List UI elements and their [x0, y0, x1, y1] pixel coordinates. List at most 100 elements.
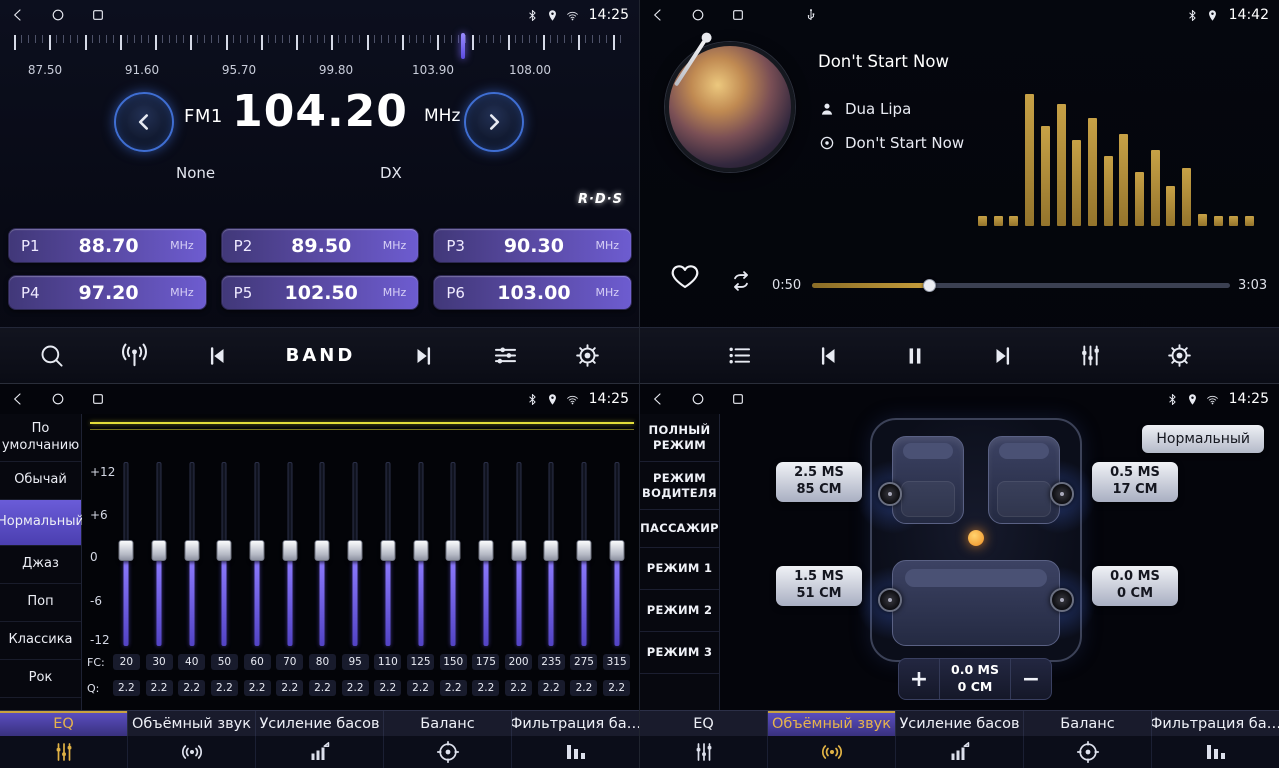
- tab-eq[interactable]: EQ: [0, 711, 128, 736]
- radio-preset-button[interactable]: P6103.00MHz: [433, 275, 632, 310]
- eq-slider-handle[interactable]: [544, 540, 559, 561]
- eq-preset-item[interactable]: Рок: [0, 660, 81, 698]
- back-icon[interactable]: [10, 391, 26, 407]
- decrease-delay-button[interactable]: −: [1011, 659, 1051, 699]
- tab-eq[interactable]: EQ: [640, 711, 768, 736]
- back-icon[interactable]: [10, 7, 26, 23]
- equalizer-tab-icon[interactable]: [0, 736, 128, 768]
- next-track-icon[interactable]: [990, 343, 1016, 369]
- sound-preset-button[interactable]: Нормальный: [1142, 425, 1264, 453]
- broadcast-icon[interactable]: [120, 341, 149, 370]
- eq-band-slider[interactable]: [208, 460, 241, 648]
- eq-slider-handle[interactable]: [511, 540, 526, 561]
- equalizer-tab-icon[interactable]: [640, 736, 768, 768]
- eq-band-slider[interactable]: [143, 460, 176, 648]
- eq-preset-item[interactable]: Джаз: [0, 546, 81, 584]
- eq-slider-handle[interactable]: [413, 540, 428, 561]
- rear-left-delay[interactable]: 1.5 MS 51 CM: [776, 566, 862, 606]
- listening-position-dot[interactable]: [968, 530, 984, 546]
- tab-balance[interactable]: Баланс: [1024, 711, 1152, 736]
- seek-bar[interactable]: [812, 283, 1230, 288]
- band-button[interactable]: BAND: [286, 345, 356, 366]
- playlist-icon[interactable]: [726, 342, 753, 369]
- eq-slider-handle[interactable]: [250, 540, 265, 561]
- eq-preset-item[interactable]: По умолчанию: [0, 414, 81, 462]
- repeat-icon[interactable]: [728, 268, 754, 294]
- radio-preset-button[interactable]: P188.70MHz: [8, 228, 207, 263]
- eq-slider-handle[interactable]: [119, 540, 134, 561]
- eq-band-slider[interactable]: [502, 460, 535, 648]
- surround-sound-tab-icon[interactable]: [768, 736, 896, 768]
- eq-band-slider[interactable]: [273, 460, 306, 648]
- eq-preset-item[interactable]: Обычай: [0, 462, 81, 500]
- eq-slider-handle[interactable]: [348, 540, 363, 561]
- seek-bar-knob[interactable]: [923, 279, 936, 292]
- radio-preset-button[interactable]: P289.50MHz: [221, 228, 420, 263]
- home-icon[interactable]: [50, 391, 66, 407]
- eq-slider-handle[interactable]: [380, 540, 395, 561]
- bass-boost-tab-icon[interactable]: [256, 736, 384, 768]
- eq-band-slider[interactable]: [404, 460, 437, 648]
- eq-band-slider[interactable]: [372, 460, 405, 648]
- eq-slider-handle[interactable]: [576, 540, 591, 561]
- eq-band-slider[interactable]: [175, 460, 208, 648]
- home-icon[interactable]: [690, 7, 706, 23]
- surround-mode-item[interactable]: РЕЖИМ 3: [640, 632, 719, 674]
- surround-mode-item[interactable]: РЕЖИМ 2: [640, 590, 719, 632]
- home-icon[interactable]: [50, 7, 66, 23]
- eq-band-slider[interactable]: [110, 460, 143, 648]
- next-station-icon[interactable]: [411, 343, 437, 369]
- filter-tab-icon[interactable]: [1152, 736, 1279, 768]
- tab-surround-sound[interactable]: Объёмный звук: [128, 711, 256, 736]
- filter-tab-icon[interactable]: [512, 736, 639, 768]
- back-icon[interactable]: [650, 7, 666, 23]
- eq-band-slider[interactable]: [535, 460, 568, 648]
- settings-gear-icon[interactable]: [574, 342, 601, 369]
- eq-slider-handle[interactable]: [184, 540, 199, 561]
- eq-slider-handle[interactable]: [315, 540, 330, 561]
- recents-icon[interactable]: [730, 7, 746, 23]
- recents-icon[interactable]: [730, 391, 746, 407]
- increase-delay-button[interactable]: +: [899, 659, 939, 699]
- rear-right-delay[interactable]: 0.0 MS 0 CM: [1092, 566, 1178, 606]
- eq-band-slider[interactable]: [600, 460, 633, 648]
- favorite-heart-icon[interactable]: [670, 262, 700, 292]
- tab-filter[interactable]: Фильтрация ба…: [512, 711, 639, 736]
- radio-preset-button[interactable]: P497.20MHz: [8, 275, 207, 310]
- radio-preset-button[interactable]: P390.30MHz: [433, 228, 632, 263]
- tab-surround-sound[interactable]: Объёмный звук: [768, 711, 896, 736]
- balance-tab-icon[interactable]: [1024, 736, 1152, 768]
- front-right-delay[interactable]: 0.5 MS 17 CM: [1092, 462, 1178, 502]
- eq-slider-handle[interactable]: [609, 540, 624, 561]
- surround-mode-item[interactable]: ПОЛНЫЙ РЕЖИМ: [640, 414, 719, 462]
- radio-preset-button[interactable]: P5102.50MHz: [221, 275, 420, 310]
- front-left-delay[interactable]: 2.5 MS 85 CM: [776, 462, 862, 502]
- eq-band-slider[interactable]: [568, 460, 601, 648]
- eq-band-slider[interactable]: [437, 460, 470, 648]
- tab-filter[interactable]: Фильтрация ба…: [1152, 711, 1279, 736]
- eq-preset-item[interactable]: Поп: [0, 584, 81, 622]
- tune-down-button[interactable]: [114, 92, 174, 152]
- eq-preset-item[interactable]: Нормальный: [0, 500, 81, 546]
- eq-slider-handle[interactable]: [478, 540, 493, 561]
- eq-band-slider[interactable]: [306, 460, 339, 648]
- surround-sound-tab-icon[interactable]: [128, 736, 256, 768]
- eq-slider-handle[interactable]: [152, 540, 167, 561]
- recents-icon[interactable]: [90, 391, 106, 407]
- tab-balance[interactable]: Баланс: [384, 711, 512, 736]
- recents-icon[interactable]: [90, 7, 106, 23]
- mixer-icon[interactable]: [1077, 342, 1104, 369]
- frequency-ruler[interactable]: [14, 33, 626, 63]
- home-icon[interactable]: [690, 391, 706, 407]
- pause-icon[interactable]: [902, 343, 928, 369]
- eq-band-slider[interactable]: [470, 460, 503, 648]
- eq-slider-handle[interactable]: [446, 540, 461, 561]
- surround-mode-item[interactable]: РЕЖИМ ВОДИТЕЛЯ: [640, 462, 719, 510]
- surround-mode-item[interactable]: РЕЖИМ 1: [640, 548, 719, 590]
- previous-track-icon[interactable]: [815, 343, 841, 369]
- eq-slider-handle[interactable]: [217, 540, 232, 561]
- eq-preset-item[interactable]: Классика: [0, 622, 81, 660]
- back-icon[interactable]: [650, 391, 666, 407]
- bass-boost-tab-icon[interactable]: [896, 736, 1024, 768]
- previous-station-icon[interactable]: [204, 343, 230, 369]
